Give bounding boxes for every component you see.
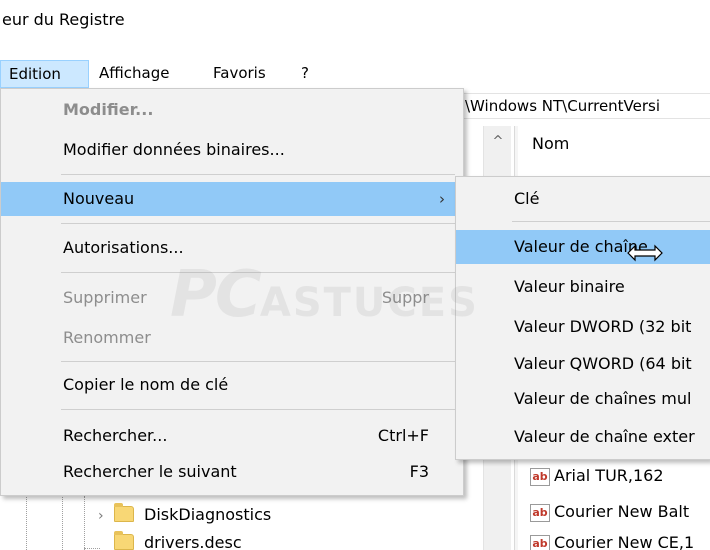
chevron-right-icon[interactable]: › bbox=[98, 503, 114, 529]
tree-item[interactable]: drivers.desc bbox=[98, 530, 242, 550]
submenu-item-multi-string-value[interactable]: Valeur de chaînes mul bbox=[456, 382, 710, 416]
scroll-up-icon[interactable]: ^ bbox=[484, 134, 512, 149]
menu-separator bbox=[512, 221, 710, 222]
menu-item-copy-key-name[interactable]: Copier le nom de clé bbox=[1, 368, 463, 402]
submenu-item-binary-value[interactable]: Valeur binaire bbox=[456, 270, 710, 304]
menu-item-permissions[interactable]: Autorisations... bbox=[1, 231, 463, 265]
list-item-label: Arial TUR,162 bbox=[554, 466, 664, 485]
menu-item-modify[interactable]: Modifier... bbox=[1, 93, 463, 127]
tree-guide-line bbox=[84, 496, 85, 550]
new-submenu: Clé Valeur de chaîne Valeur binaire Vale… bbox=[455, 176, 710, 460]
menu-bar: Edition Affichage Favoris ? bbox=[0, 60, 710, 88]
address-bar[interactable]: \Windows NT\CurrentVersi bbox=[462, 93, 710, 119]
menu-item-delete[interactable]: Supprimer Suppr bbox=[1, 281, 463, 315]
submenu-item-expandable-string-value[interactable]: Valeur de chaîne exter bbox=[456, 420, 710, 454]
resize-cursor-icon bbox=[627, 244, 663, 262]
address-path: \Windows NT\CurrentVersi bbox=[465, 97, 661, 115]
menu-item-find[interactable]: Rechercher... Ctrl+F bbox=[1, 419, 463, 453]
submenu-item-dword-value[interactable]: Valeur DWORD (32 bit bbox=[456, 310, 710, 344]
column-header-name[interactable]: Nom bbox=[518, 134, 569, 153]
shortcut-label: Ctrl+F bbox=[377, 426, 429, 445]
window-title: eur du Registre bbox=[2, 10, 125, 29]
menu-separator bbox=[61, 272, 455, 273]
tree-item[interactable]: › DiskDiagnostics bbox=[98, 502, 271, 528]
menu-affichage[interactable]: Affichage bbox=[99, 60, 169, 88]
menu-separator bbox=[61, 409, 455, 410]
submenu-item-string-value[interactable]: Valeur de chaîne bbox=[456, 230, 710, 264]
title-bar: eur du Registre bbox=[0, 0, 710, 42]
string-value-icon: ab bbox=[530, 468, 550, 486]
menu-separator bbox=[61, 361, 455, 362]
menu-edition[interactable]: Edition bbox=[0, 60, 89, 88]
menu-item-new[interactable]: Nouveau › bbox=[1, 182, 463, 216]
list-item[interactable]: ab Courier New Balt bbox=[530, 499, 689, 525]
menu-separator bbox=[61, 223, 455, 224]
list-item-label: Courier New Balt bbox=[554, 502, 690, 521]
list-item-label: Courier New CE,1 bbox=[554, 533, 695, 550]
folder-icon bbox=[114, 503, 134, 522]
chevron-right-icon: › bbox=[439, 190, 445, 208]
menu-item-modify-binary[interactable]: Modifier données binaires... bbox=[1, 133, 463, 167]
menu-item-rename[interactable]: Renommer bbox=[1, 321, 463, 355]
menu-help[interactable]: ? bbox=[301, 60, 309, 88]
shortcut-label: F3 bbox=[409, 462, 429, 481]
string-value-icon: ab bbox=[530, 535, 550, 550]
submenu-item-qword-value[interactable]: Valeur QWORD (64 bit bbox=[456, 347, 710, 381]
tree-item-label: DiskDiagnostics bbox=[144, 505, 272, 524]
folder-icon bbox=[114, 531, 134, 550]
tree-item-label: drivers.desc bbox=[144, 533, 242, 550]
menu-separator bbox=[61, 174, 455, 175]
menu-item-find-next[interactable]: Rechercher le suivant F3 bbox=[1, 455, 463, 489]
shortcut-label: Suppr bbox=[381, 288, 429, 307]
string-value-icon: ab bbox=[530, 504, 550, 522]
list-item[interactable]: ab Arial TUR,162 bbox=[530, 463, 664, 489]
list-item[interactable]: ab Courier New CE,1 bbox=[530, 530, 694, 550]
edit-menu: Modifier... Modifier données binaires...… bbox=[0, 88, 464, 496]
submenu-item-key[interactable]: Clé bbox=[456, 182, 710, 216]
menu-favoris[interactable]: Favoris bbox=[213, 60, 266, 88]
